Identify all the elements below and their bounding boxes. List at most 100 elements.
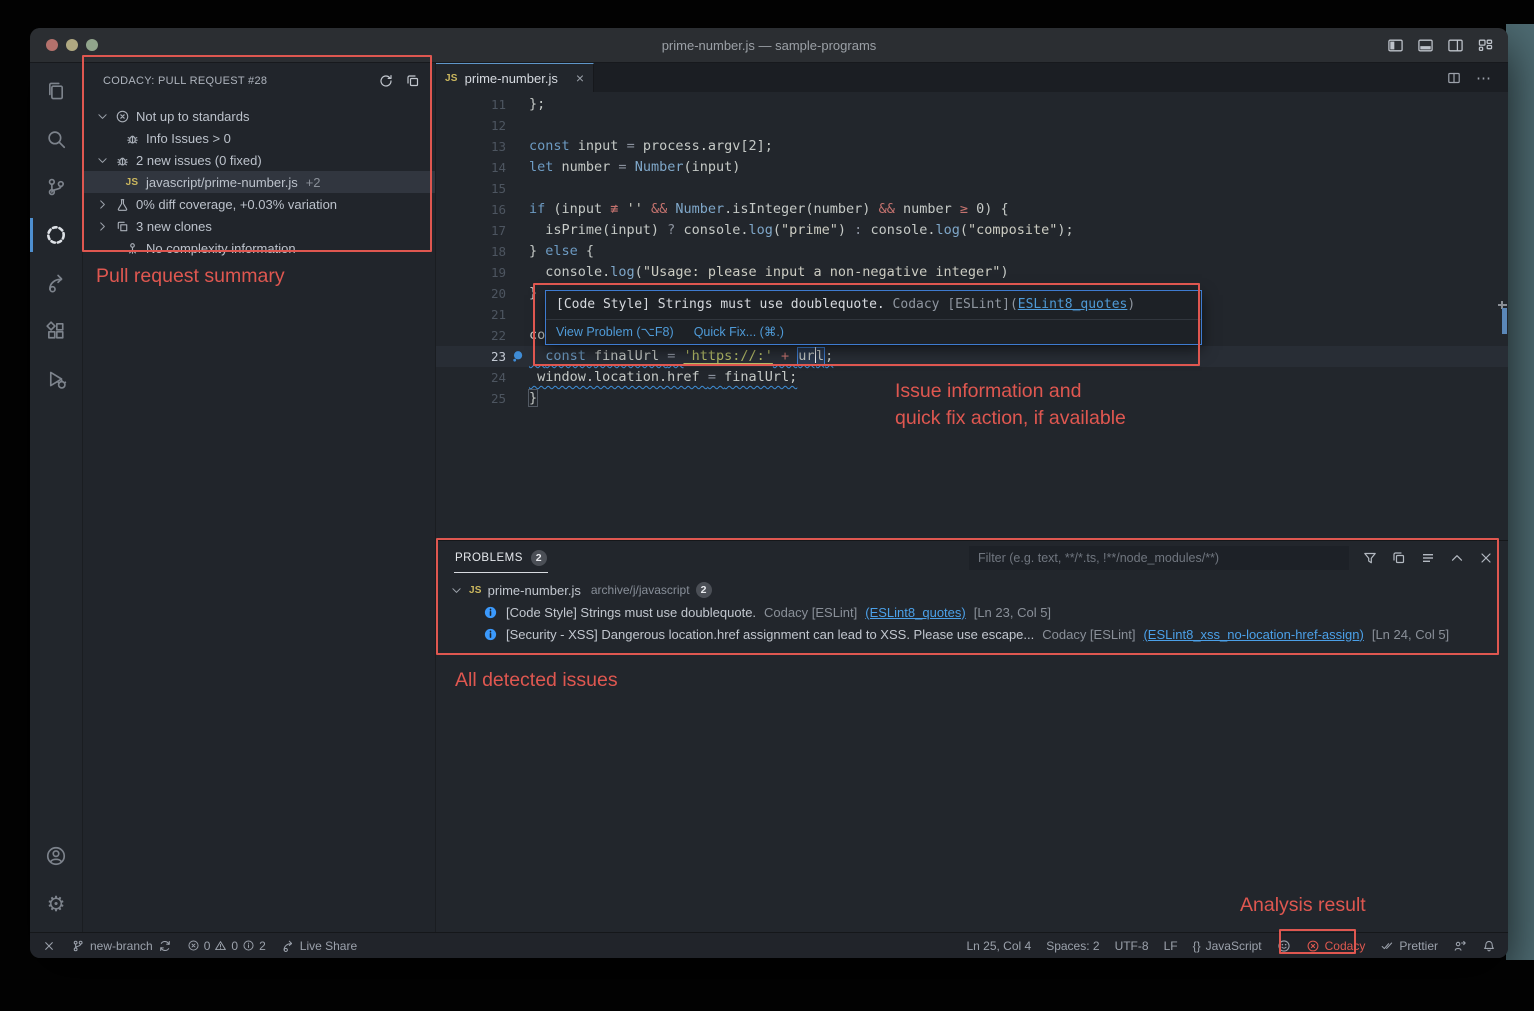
- line-number: 18: [436, 241, 506, 262]
- tree-item[interactable]: No complexity information: [83, 237, 435, 259]
- code-line-16[interactable]: 16if (input ≢ '' && Number.isInteger(num…: [436, 199, 1508, 220]
- code-line-15[interactable]: 15: [436, 178, 1508, 199]
- tree-item[interactable]: Not up to standards: [83, 105, 435, 127]
- prettier-status[interactable]: Prettier: [1380, 939, 1438, 953]
- code-token: let: [529, 159, 562, 175]
- glyph-margin: [506, 199, 529, 220]
- collapse-all-icon[interactable]: [405, 73, 421, 89]
- toggle-primary-sidebar-icon[interactable]: [1387, 37, 1404, 54]
- chevron-right-icon[interactable]: [93, 198, 111, 211]
- line-number: 19: [436, 262, 506, 283]
- tree-item[interactable]: 3 new clones: [83, 215, 435, 237]
- person-feedback-icon: [1453, 939, 1467, 953]
- view-problem-link[interactable]: View Problem (⌥F8): [556, 324, 674, 339]
- line-number: 20: [436, 283, 506, 304]
- problem-rule-link[interactable]: (ESLint8_xss_no-location-href-assign): [1143, 627, 1363, 642]
- tweet-feedback[interactable]: [1277, 939, 1291, 953]
- problems-filter-input[interactable]: [969, 546, 1349, 570]
- close-window-button[interactable]: [46, 39, 58, 51]
- indentation[interactable]: Spaces: 2: [1046, 939, 1099, 953]
- problem-source: Codacy [ESLint]: [1042, 627, 1135, 642]
- branch-item[interactable]: new-branch: [71, 939, 172, 953]
- code-token: window.location.href: [529, 369, 708, 385]
- chevron-down-icon[interactable]: [450, 584, 463, 597]
- split-editor-icon[interactable]: [1446, 70, 1462, 86]
- close-tab-icon[interactable]: ×: [576, 70, 584, 86]
- quick-fix-link[interactable]: Quick Fix... (⌘.): [694, 324, 784, 339]
- line-number: 16: [436, 199, 506, 220]
- line-number: 23: [436, 346, 506, 367]
- code-line-13[interactable]: 13const input = process.argv[2];: [436, 136, 1508, 157]
- status-bar: new-branch 0 0 2 Live Share Ln 25, Col 4…: [30, 932, 1508, 958]
- tree-item[interactable]: Info Issues > 0: [83, 127, 435, 149]
- customize-layout-icon[interactable]: [1477, 37, 1494, 54]
- activity-item-search[interactable]: [30, 115, 82, 163]
- activity-item-codacy[interactable]: [30, 211, 82, 259]
- code-line-24[interactable]: 24 window.location.href = finalUrl;: [436, 367, 1508, 388]
- cursor-position[interactable]: Ln 25, Col 4: [966, 939, 1031, 953]
- view-as-list-icon[interactable]: [1420, 550, 1436, 566]
- toggle-panel-icon[interactable]: [1417, 37, 1434, 54]
- activity-item-accounts[interactable]: [30, 832, 82, 880]
- activity-item-settings[interactable]: ⚙: [30, 880, 82, 928]
- tree-item[interactable]: 0% diff coverage, +0.03% variation: [83, 193, 435, 215]
- code-editor[interactable]: 11};1213const input = process.argv[2];14…: [436, 92, 1508, 540]
- chevron-down-icon[interactable]: [93, 110, 111, 123]
- problems-file-row[interactable]: JS prime-number.js archive/j/javascript …: [436, 579, 1508, 601]
- code-token: 'https://:': [683, 348, 772, 364]
- refresh-icon[interactable]: [378, 73, 394, 89]
- code-line-17[interactable]: 17 isPrime(input) ? console.log("prime")…: [436, 220, 1508, 241]
- chevron-down-icon[interactable]: [93, 154, 111, 167]
- glyph-margin: [506, 241, 529, 262]
- code-line-25[interactable]: 25}: [436, 388, 1508, 409]
- chevron-right-icon[interactable]: [93, 220, 111, 233]
- problems-tab-label: PROBLEMS: [455, 552, 523, 564]
- live-share-button[interactable]: Live Share: [281, 939, 357, 953]
- code-line-18[interactable]: 18} else {: [436, 241, 1508, 262]
- open-editor-icon[interactable]: [1391, 550, 1407, 566]
- code-token: const: [545, 348, 594, 364]
- eol-sequence[interactable]: LF: [1164, 939, 1178, 953]
- toggle-secondary-sidebar-icon[interactable]: [1447, 37, 1464, 54]
- code-line-11[interactable]: 11};: [436, 94, 1508, 115]
- problem-item[interactable]: [Code Style] Strings must use doublequot…: [436, 601, 1508, 623]
- tree-item-label: Info Issues > 0: [146, 131, 231, 146]
- maximize-panel-icon[interactable]: [1449, 550, 1465, 566]
- language-mode[interactable]: {} JavaScript: [1193, 939, 1262, 953]
- code-line-19[interactable]: 19 console.log("Usage: please input a no…: [436, 262, 1508, 283]
- activity-item-run-and-debug[interactable]: [30, 355, 82, 403]
- code-line-14[interactable]: 14let number = Number(input): [436, 157, 1508, 178]
- problem-item[interactable]: [Security - XSS] Dangerous location.href…: [436, 623, 1508, 645]
- code-line-12[interactable]: 12: [436, 115, 1508, 136]
- tree-item[interactable]: JSjavascript/prime-number.js+2: [83, 171, 435, 193]
- issue-rule-link[interactable]: ESLint8_quotes: [1018, 297, 1128, 312]
- minimize-window-button[interactable]: [66, 39, 78, 51]
- tree-item-suffix: +2: [306, 175, 321, 190]
- notifications[interactable]: [1482, 939, 1496, 953]
- tree-item[interactable]: 2 new issues (0 fixed): [83, 149, 435, 171]
- codacy-status[interactable]: Codacy: [1306, 939, 1366, 953]
- code-token: log: [935, 222, 959, 238]
- activity-item-source-control[interactable]: [30, 163, 82, 211]
- activity-item-extensions[interactable]: [30, 307, 82, 355]
- overview-ruler[interactable]: [1496, 92, 1508, 540]
- feedback[interactable]: [1453, 939, 1467, 953]
- problem-rule-link[interactable]: (ESLint8_quotes): [865, 605, 965, 620]
- encoding[interactable]: UTF-8: [1115, 939, 1149, 953]
- tab-prime-number-js[interactable]: JS prime-number.js ×: [436, 63, 594, 92]
- activity-item-explorer[interactable]: [30, 67, 82, 115]
- code-token: (input): [683, 159, 740, 175]
- code-token: }: [529, 243, 545, 259]
- code-text: [529, 115, 1508, 136]
- activity-item-live-share[interactable]: [30, 259, 82, 307]
- code-line-23[interactable]: 23 const finalUrl = 'https://:' + url;: [436, 346, 1508, 367]
- filter-icon[interactable]: [1362, 550, 1378, 566]
- close-panel-icon[interactable]: [1478, 550, 1494, 566]
- more-actions-icon[interactable]: ⋯: [1476, 69, 1492, 87]
- zoom-window-button[interactable]: [86, 39, 98, 51]
- problems-panel: PROBLEMS 2: [436, 540, 1508, 932]
- codacy-label: Codacy: [1325, 939, 1366, 953]
- remote-indicator[interactable]: [42, 939, 56, 953]
- problems-summary[interactable]: 0 0 2: [187, 939, 266, 953]
- tab-problems[interactable]: PROBLEMS 2: [454, 542, 548, 573]
